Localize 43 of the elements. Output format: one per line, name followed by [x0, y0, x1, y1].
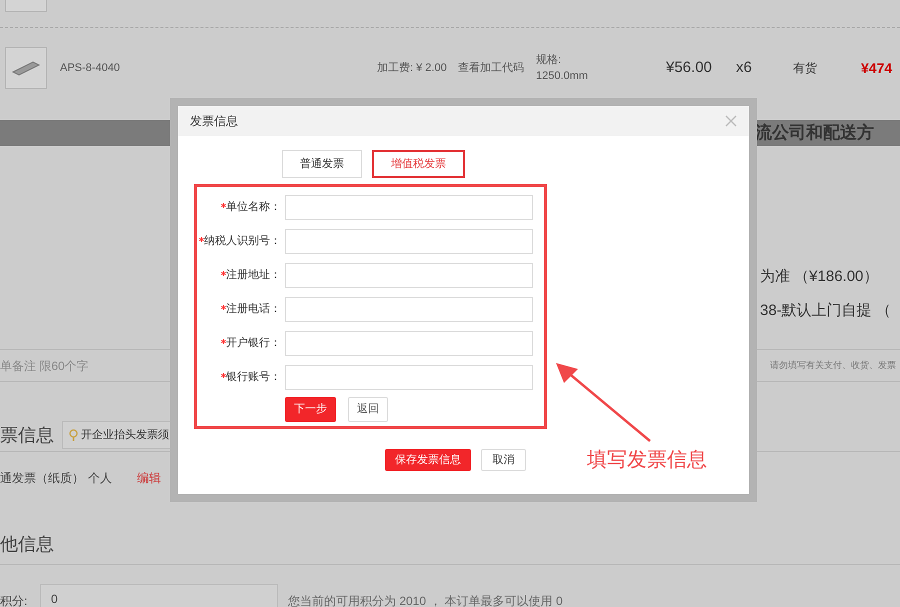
invoice-type: 通发票（纸质）: [0, 470, 85, 487]
product-name: APS-8-4040: [60, 60, 121, 76]
processing-fee: 加工费: ¥ 2.00: [377, 60, 448, 76]
save-invoice-button[interactable]: 保存发票信息: [385, 449, 471, 471]
annotation-text: 填写发票信息: [587, 448, 707, 473]
input-field[interactable]: [285, 194, 533, 220]
invoice-tab[interactable]: 增值税发票: [372, 150, 465, 178]
field-label: 注册地址：: [226, 268, 281, 283]
field-label: 银行账号：: [226, 370, 281, 385]
input-field[interactable]: [285, 364, 533, 390]
cancel-button[interactable]: 取消: [481, 449, 526, 471]
points-hint: 您当前的可用积分为 2010 ， 本订单最多可以使用 0: [288, 593, 563, 607]
tip-text: 开企业抬头发票须: [81, 428, 169, 443]
stock-status: 有货: [793, 60, 818, 77]
input-field[interactable]: [285, 330, 533, 356]
order-note-hint: 请勿填写有关支付、收货、发票: [770, 358, 897, 372]
close-icon[interactable]: [725, 115, 737, 127]
shipping-info-text: 为准 （¥186.00）: [760, 267, 880, 287]
field-label: 单位名称：: [226, 200, 281, 215]
input-field[interactable]: [285, 262, 533, 288]
edit-link[interactable]: 编辑: [137, 469, 161, 487]
spec-value: 1250.0mm: [536, 69, 589, 84]
view-code-link[interactable]: 查看加工代码: [458, 60, 536, 76]
subtotal: ¥474: [861, 58, 892, 78]
shipping-info-text: 38-默认上门自提 （: [760, 301, 892, 321]
aluminum-profile-icon: [11, 60, 41, 76]
field-label: 纳税人识别号：: [204, 234, 281, 249]
quantity: x6: [736, 58, 753, 78]
spec-label: 规格:: [536, 53, 562, 68]
lightbulb-icon: [69, 428, 78, 442]
field-label: 注册电话：: [226, 302, 281, 317]
points-input[interactable]: 0: [40, 584, 278, 607]
section-title: 他信息: [0, 532, 54, 556]
back-button[interactable]: 返回: [348, 397, 388, 422]
points-label: 积分:: [0, 593, 28, 607]
invoice-tab[interactable]: 普通发票: [282, 150, 362, 178]
section-title: 票信息: [0, 424, 54, 446]
invoice-title: 个人: [88, 470, 113, 487]
field-label: 开户银行：: [226, 336, 281, 351]
next-step-button[interactable]: 下一步: [285, 397, 336, 422]
unit-price: ¥56.00: [666, 58, 713, 78]
input-field[interactable]: [285, 228, 533, 254]
input-field[interactable]: [285, 296, 533, 322]
